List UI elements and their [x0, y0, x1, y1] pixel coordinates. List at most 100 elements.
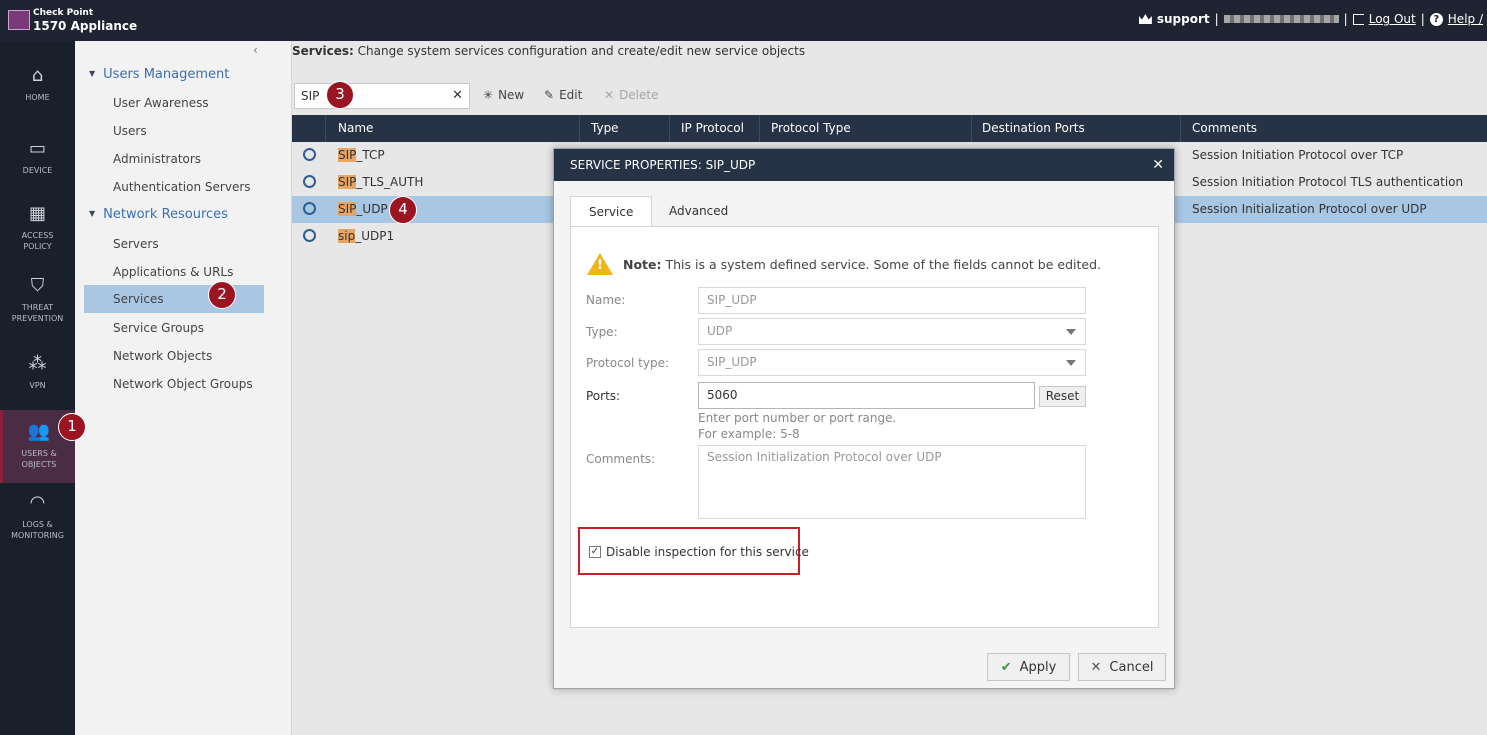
page-title: Services:	[292, 44, 354, 58]
search-input[interactable]: SIP ✕	[294, 83, 470, 109]
separator: |	[1343, 12, 1348, 26]
disable-inspection-checkbox[interactable]: ✓	[589, 546, 601, 558]
disable-inspection-label[interactable]: Disable inspection for this service	[606, 545, 809, 559]
tab-advanced[interactable]: Advanced	[651, 196, 746, 226]
service-icon	[303, 229, 316, 242]
sidebar-item-services[interactable]: Services	[84, 285, 264, 313]
device-icon: ▭	[28, 138, 46, 159]
new-button[interactable]: ✳ New	[483, 88, 524, 102]
nav-threat-prevention[interactable]: ⛉ THREAT PREVENTION	[0, 276, 75, 324]
nav-access-policy[interactable]: ▦ ACCESS POLICY	[0, 204, 75, 252]
nav-logs-monitoring[interactable]: ◠ LOGS & MONITORING	[0, 493, 75, 541]
sidebar-item-network-object-groups[interactable]: Network Object Groups	[113, 377, 253, 391]
search-highlight: SIP	[338, 175, 357, 189]
close-icon[interactable]: ✕	[1152, 149, 1164, 181]
tab-service[interactable]: Service	[570, 196, 653, 227]
sidebar-item-user-awareness[interactable]: User Awareness	[113, 96, 209, 110]
name-rest: _TLS_AUTH	[356, 175, 424, 189]
masked-ip	[1223, 15, 1339, 23]
sidebar-item-administrators[interactable]: Administrators	[113, 152, 201, 166]
nav-label: DEVICE	[22, 166, 53, 175]
cancel-label: Cancel	[1109, 659, 1154, 675]
clear-search-icon[interactable]: ✕	[452, 84, 463, 108]
delete-label: Delete	[619, 88, 659, 102]
protocol-type-select: SIP_UDP	[698, 349, 1086, 376]
main-nav: ⌂ HOME ▭ DEVICE ▦ ACCESS POLICY ⛉ THREAT…	[0, 41, 75, 735]
name-rest: _TCP	[356, 148, 385, 162]
logout-icon[interactable]	[1352, 13, 1364, 25]
brand-appliance: 1570 Appliance	[33, 19, 138, 33]
edit-label: Edit	[559, 88, 583, 102]
nav-label: POLICY	[23, 242, 52, 251]
collapse-sidebar-icon[interactable]: ‹	[253, 43, 258, 57]
nav-label: USERS &	[21, 449, 57, 458]
sidebar-item-service-groups[interactable]: Service Groups	[113, 321, 204, 335]
check-icon: ✔	[1000, 659, 1012, 675]
service-icon	[303, 148, 316, 161]
edit-icon: ✎	[544, 88, 555, 102]
cancel-button[interactable]: ✕ Cancel	[1078, 653, 1166, 681]
sidebar-item-authentication-servers[interactable]: Authentication Servers	[113, 180, 251, 194]
name-rest: _UDP	[356, 202, 388, 216]
step-badge-1: 1	[58, 413, 86, 441]
services-table-header: Name Type IP Protocol Protocol Type Dest…	[292, 115, 1487, 142]
crown-icon	[1138, 14, 1152, 24]
sidebar-item-network-objects[interactable]: Network Objects	[113, 349, 212, 363]
username: support	[1156, 12, 1210, 26]
col-name[interactable]: Name	[338, 121, 373, 135]
note-label: Note:	[623, 256, 662, 272]
protocol-type-value: SIP_UDP	[707, 355, 757, 369]
row-name: SIP_TCP	[338, 148, 385, 162]
logout-link[interactable]: Log Out	[1369, 12, 1416, 26]
warning-icon: !	[587, 253, 613, 275]
separator: |	[1214, 12, 1219, 26]
edit-button[interactable]: ✎ Edit	[544, 88, 582, 102]
type-label: Type:	[586, 325, 618, 339]
nav-label: THREAT	[21, 303, 54, 312]
new-label: New	[498, 88, 525, 102]
dialog-title: SERVICE PROPERTIES: SIP_UDP	[554, 149, 1174, 181]
step-badge-4: 4	[389, 196, 417, 224]
col-type[interactable]: Type	[591, 121, 619, 135]
help-icon[interactable]: ?	[1429, 12, 1443, 26]
nav-home[interactable]: ⌂ HOME	[0, 66, 75, 103]
service-icon	[303, 202, 316, 215]
row-comment: Session Initiation Protocol over TCP	[1192, 148, 1404, 162]
col-protocol-type[interactable]: Protocol Type	[771, 121, 851, 135]
nav-label: ACCESS	[21, 231, 54, 240]
search-highlight: sip	[338, 229, 356, 243]
check-point-logo-icon	[8, 10, 30, 30]
search-value: SIP	[301, 89, 320, 103]
ports-hint: Enter port number or port range.	[698, 411, 897, 425]
group-network-resources[interactable]: ▼ Network Resources	[89, 207, 228, 222]
shield-icon: ⛉	[30, 275, 45, 296]
ports-input[interactable]: 5060	[698, 382, 1035, 409]
sidebar-item-applications-urls[interactable]: Applications & URLs	[113, 265, 233, 279]
note-text: Note: This is a system defined service. …	[623, 257, 1101, 272]
nav-vpn[interactable]: ⁂ VPN	[0, 354, 75, 391]
help-link[interactable]: Help /	[1448, 12, 1483, 26]
reset-button[interactable]: Reset	[1039, 386, 1086, 407]
user-area: support | | Log Out | ? Help /	[1138, 12, 1483, 26]
col-destination-ports[interactable]: Destination Ports	[982, 121, 1085, 135]
row-comment: Session Initialization Protocol over UDP	[1192, 202, 1427, 216]
service-properties-dialog: SERVICE PROPERTIES: SIP_UDP ✕ Service Ad…	[553, 148, 1175, 689]
sidebar-item-users[interactable]: Users	[113, 124, 147, 138]
col-comments[interactable]: Comments	[1192, 121, 1257, 135]
row-name: SIP_TLS_AUTH	[338, 175, 423, 189]
sidebar-item-servers[interactable]: Servers	[113, 237, 159, 251]
delete-button[interactable]: ✕ Delete	[604, 88, 659, 102]
step-badge-3: 3	[326, 81, 354, 109]
col-ip-protocol[interactable]: IP Protocol	[681, 121, 744, 135]
grid-icon: ▦	[28, 203, 46, 224]
apply-button[interactable]: ✔ Apply	[987, 653, 1070, 681]
nav-label: LOGS &	[22, 520, 53, 529]
service-tab-panel: ! Note: This is a system defined service…	[570, 226, 1159, 628]
vpn-icon: ⁂	[28, 353, 47, 374]
apply-label: Apply	[1019, 659, 1057, 675]
nav-device[interactable]: ▭ DEVICE	[0, 139, 75, 176]
group-title: Users Management	[103, 67, 230, 82]
expand-triangle-icon: ▼	[89, 69, 96, 78]
group-users-management[interactable]: ▼ Users Management	[89, 67, 229, 82]
nav-label: OBJECTS	[21, 460, 57, 469]
